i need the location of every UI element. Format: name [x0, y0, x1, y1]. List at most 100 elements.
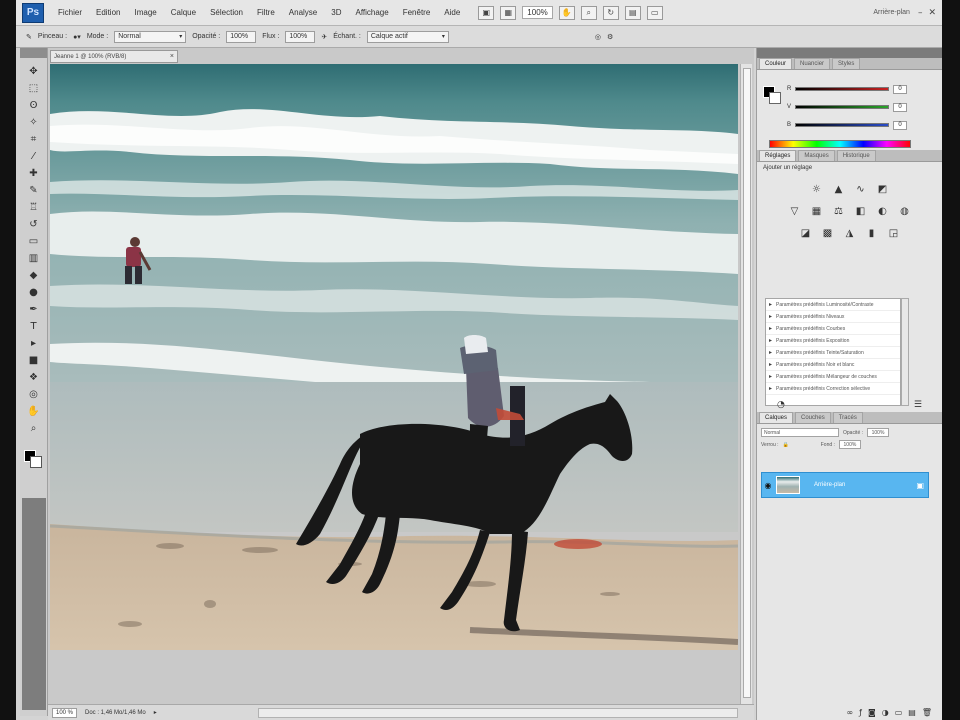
hue-saturation-icon[interactable]: ▦ [810, 204, 824, 218]
presets-scrollbar[interactable] [901, 298, 909, 406]
selective-color-icon[interactable]: ◲ [887, 226, 901, 240]
curves-icon[interactable]: ∿ [854, 182, 868, 196]
menu-view[interactable]: Affichage [355, 8, 388, 17]
preset-item[interactable]: Paramètres prédéfinis Courbes [766, 323, 900, 335]
preset-item[interactable]: Paramètres prédéfinis Correction sélecti… [766, 383, 900, 395]
menu-3d[interactable]: 3D [331, 8, 341, 17]
color-r-slider[interactable] [794, 87, 890, 91]
stamp-tool-icon[interactable]: ♖ [25, 200, 43, 215]
delete-layer-icon[interactable]: 🗑 [922, 708, 932, 720]
background-color-swatch[interactable] [30, 456, 42, 468]
preset-item[interactable]: Paramètres prédéfinis Luminosité/Contras… [766, 299, 900, 311]
tab-swatches[interactable]: Nuancier [794, 58, 831, 69]
workspace-label[interactable]: Arrière-plan [873, 9, 910, 16]
lock-icon[interactable]: 🔒 [783, 442, 789, 448]
document-size-info[interactable]: Doc : 1,46 Mo/1,46 Mo [85, 710, 146, 716]
flow-field[interactable]: 100% [285, 30, 316, 43]
3d-orbit-tool-icon[interactable]: ◎ [25, 387, 43, 402]
move-tool-icon[interactable]: ✥ [25, 64, 43, 79]
menu-edit[interactable]: Edition [96, 8, 120, 17]
tools-panel-header[interactable] [20, 48, 47, 58]
tab-paths[interactable]: Tracés [832, 412, 863, 423]
blur-tool-icon[interactable]: ◆ [25, 268, 43, 283]
exposure-icon[interactable]: ◩ [876, 182, 890, 196]
panel-background-swatch[interactable] [769, 92, 781, 104]
tablet-pressure-icon[interactable]: ◎ [595, 33, 601, 41]
opacity-field[interactable]: 100% [226, 30, 257, 43]
tab-masks[interactable]: Masques [798, 150, 835, 161]
fill-field[interactable]: 100% [838, 440, 861, 449]
3d-rotate-tool-icon[interactable]: ❖ [25, 370, 43, 385]
eraser-tool-icon[interactable]: ▭ [25, 234, 43, 249]
launch-bridge-icon[interactable]: ▣ [478, 5, 495, 20]
menu-image[interactable]: Image [134, 8, 156, 17]
preset-item[interactable]: Paramètres prédéfinis Noir et blanc [766, 359, 900, 371]
tab-channels[interactable]: Couches [795, 412, 831, 423]
hand-tool-icon[interactable]: ✋ [25, 404, 43, 419]
tab-history[interactable]: Historique [836, 150, 876, 161]
levels-icon[interactable]: ▲ [832, 182, 846, 196]
brush-tool-icon[interactable]: ✎ [26, 33, 32, 41]
menu-file[interactable]: Fichier [58, 8, 82, 17]
zoom-level[interactable]: 100% [522, 6, 553, 19]
image-canvas[interactable] [50, 64, 738, 650]
posterize-icon[interactable]: ▩ [821, 226, 835, 240]
panel-options-icon[interactable]: ☰ [914, 400, 922, 412]
new-layer-icon[interactable]: ▤ [908, 708, 916, 720]
brush-tool-icon[interactable]: ✎ [25, 183, 43, 198]
color-g-slider[interactable] [794, 105, 890, 109]
preset-item[interactable]: Paramètres prédéfinis Teinte/Saturation [766, 347, 900, 359]
vibrance-icon[interactable]: ▽ [788, 204, 802, 218]
menu-window[interactable]: Fenêtre [403, 8, 431, 17]
blend-mode-select[interactable]: Normal [761, 428, 839, 437]
screen-mode-icon[interactable]: ▭ [646, 5, 663, 20]
dodge-tool-icon[interactable]: ● [25, 285, 43, 300]
minimize-icon[interactable]: – [918, 8, 923, 18]
color-balance-icon[interactable]: ⚖ [832, 204, 846, 218]
new-group-icon[interactable]: ▭ [895, 708, 903, 720]
zoom-tool-icon[interactable]: ⌕ [25, 421, 43, 436]
menu-layer[interactable]: Calque [171, 8, 196, 17]
lasso-tool-icon[interactable]: ʘ [25, 98, 43, 113]
shape-tool-icon[interactable]: ■ [25, 353, 43, 368]
layer-style-icon[interactable]: ƒ [859, 708, 862, 720]
mode-select[interactable]: Normal ▾ [114, 30, 187, 43]
close-icon[interactable]: × [170, 53, 177, 60]
view-extras-icon[interactable]: ▦ [500, 5, 517, 20]
type-tool-icon[interactable]: T [25, 319, 43, 334]
horizontal-scrollbar[interactable] [258, 707, 738, 718]
zoom-tool-icon[interactable]: ⌕ [580, 5, 597, 20]
close-icon[interactable]: ✕ [928, 8, 936, 18]
menu-analysis[interactable]: Analyse [289, 8, 317, 17]
layer-row-background[interactable]: ◉ Arrière-plan ▣ [761, 472, 929, 498]
eyedropper-tool-icon[interactable]: ⁄ [25, 149, 43, 164]
layer-opacity-field[interactable]: 100% [867, 428, 890, 437]
preset-item[interactable]: Paramètres prédéfinis Mélangeur de couch… [766, 371, 900, 383]
invert-icon[interactable]: ◪ [799, 226, 813, 240]
black-white-icon[interactable]: ◧ [854, 204, 868, 218]
marquee-tool-icon[interactable]: ⬚ [25, 81, 43, 96]
path-select-tool-icon[interactable]: ▸ [25, 336, 43, 351]
color-g-value[interactable]: 0 [893, 102, 907, 112]
quick-select-tool-icon[interactable]: ✧ [25, 115, 43, 130]
status-zoom-field[interactable]: 100 % [52, 707, 78, 718]
menu-help[interactable]: Aide [444, 8, 460, 17]
gradient-map-icon[interactable]: ▮ [865, 226, 879, 240]
sample-select[interactable]: Calque actif ▾ [366, 30, 449, 43]
hand-tool-icon[interactable]: ✋ [558, 5, 575, 20]
menu-select[interactable]: Sélection [210, 8, 243, 17]
brightness-icon[interactable]: ☼ [810, 182, 824, 196]
tab-styles[interactable]: Styles [832, 58, 861, 69]
tab-layers[interactable]: Calques [759, 412, 794, 423]
document-tab[interactable]: Jeanne 1 @ 100% (RVB/8) × [50, 50, 178, 63]
history-brush-icon[interactable]: ↺ [25, 217, 43, 232]
healing-tool-icon[interactable]: ✚ [25, 166, 43, 181]
tab-color[interactable]: Couleur [759, 58, 793, 69]
arrange-documents-icon[interactable]: ▤ [624, 5, 641, 20]
link-layers-icon[interactable]: ∞ [846, 708, 853, 720]
color-spectrum-bar[interactable] [769, 140, 911, 148]
color-b-value[interactable]: 0 [893, 120, 907, 130]
rotate-view-icon[interactable]: ↻ [602, 5, 619, 20]
menu-filter[interactable]: Filtre [257, 8, 275, 17]
settings-icon[interactable]: ⚙ [607, 33, 613, 41]
